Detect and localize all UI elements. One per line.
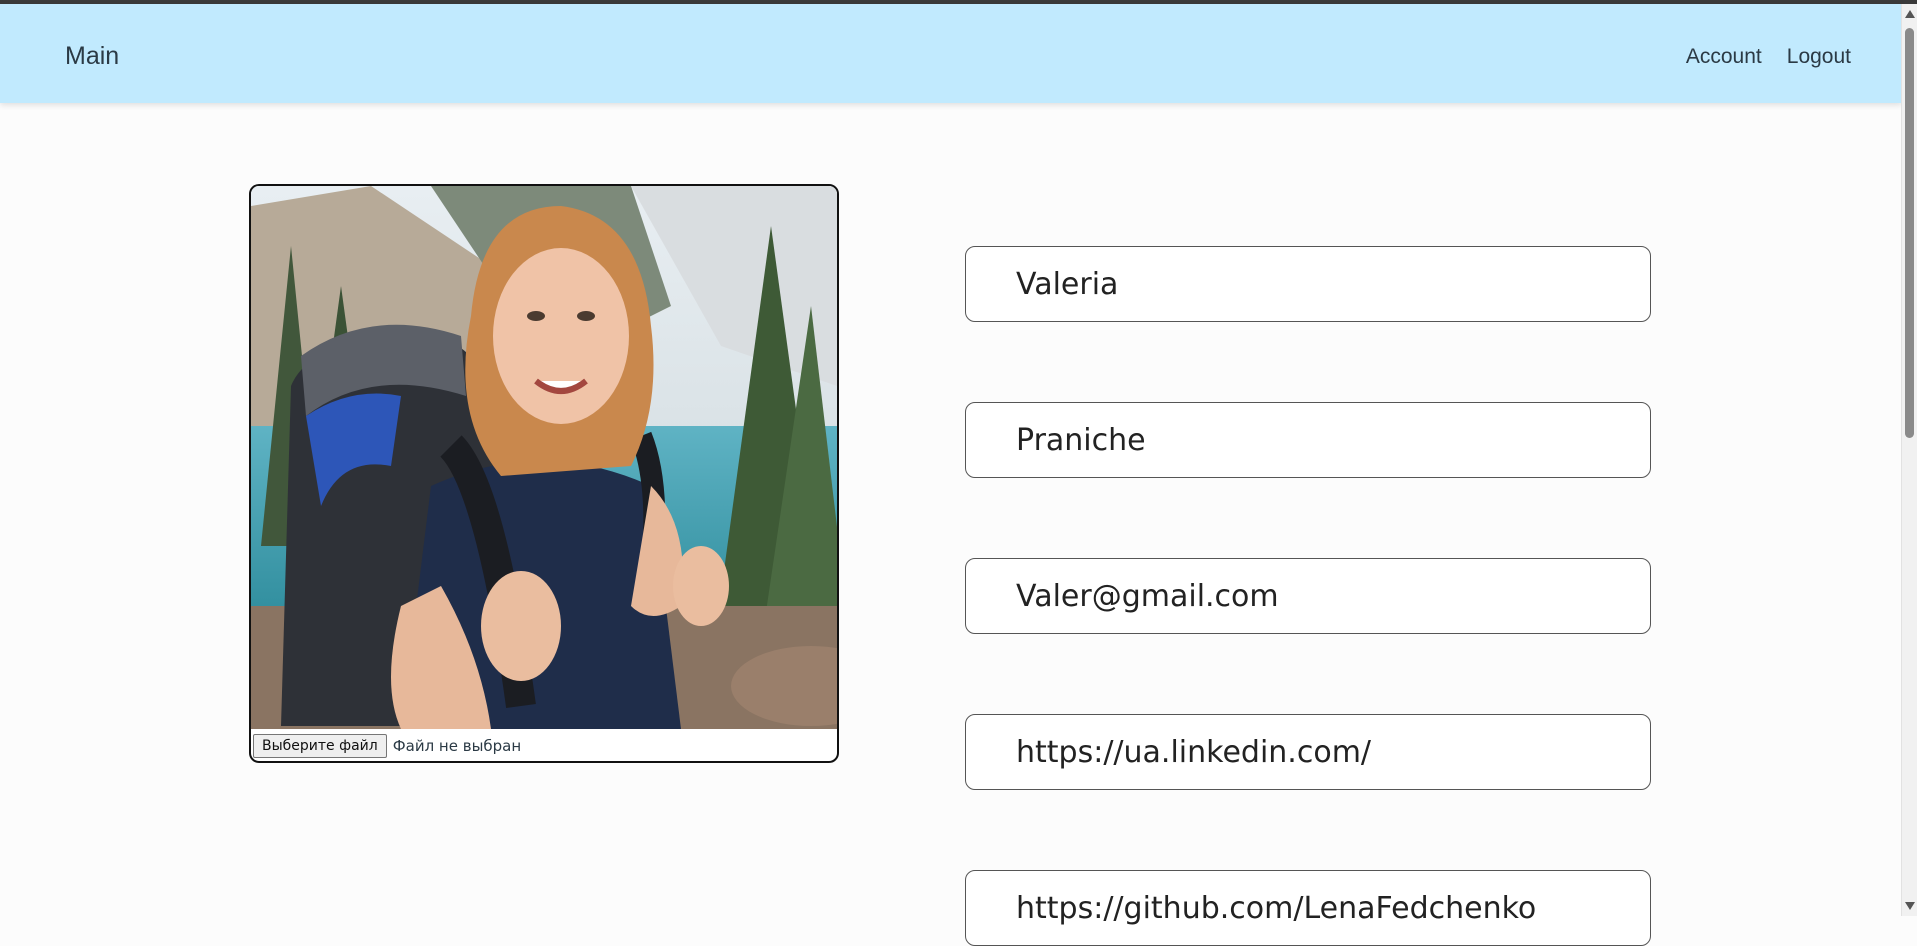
email-input[interactable] xyxy=(966,559,1650,633)
github-field[interactable] xyxy=(965,870,1651,946)
logout-link[interactable]: Logout xyxy=(1787,45,1851,69)
scroll-up-icon[interactable] xyxy=(1905,10,1915,18)
scroll-thumb[interactable] xyxy=(1905,28,1914,438)
navbar: Main Account Logout xyxy=(0,4,1902,103)
first-name-field[interactable] xyxy=(965,246,1651,322)
file-status-text: Файл не выбран xyxy=(392,737,522,755)
github-input[interactable] xyxy=(966,871,1650,945)
scroll-down-icon[interactable] xyxy=(1905,902,1915,910)
last-name-input[interactable] xyxy=(966,403,1650,477)
email-field[interactable] xyxy=(965,558,1651,634)
first-name-input[interactable] xyxy=(966,247,1650,321)
file-upload: Выберите файл Файл не выбран xyxy=(253,734,521,758)
profile-photo-card: Выберите файл Файл не выбран xyxy=(249,184,839,763)
account-link[interactable]: Account xyxy=(1686,45,1762,69)
brand-link[interactable]: Main xyxy=(65,42,119,71)
vertical-scrollbar[interactable] xyxy=(1901,4,1917,916)
last-name-field[interactable] xyxy=(965,402,1651,478)
nav-links: Account Logout xyxy=(1686,45,1851,69)
choose-file-button[interactable]: Выберите файл xyxy=(253,734,387,758)
linkedin-field[interactable] xyxy=(965,714,1651,790)
profile-photo xyxy=(251,186,837,729)
linkedin-input[interactable] xyxy=(966,715,1650,789)
